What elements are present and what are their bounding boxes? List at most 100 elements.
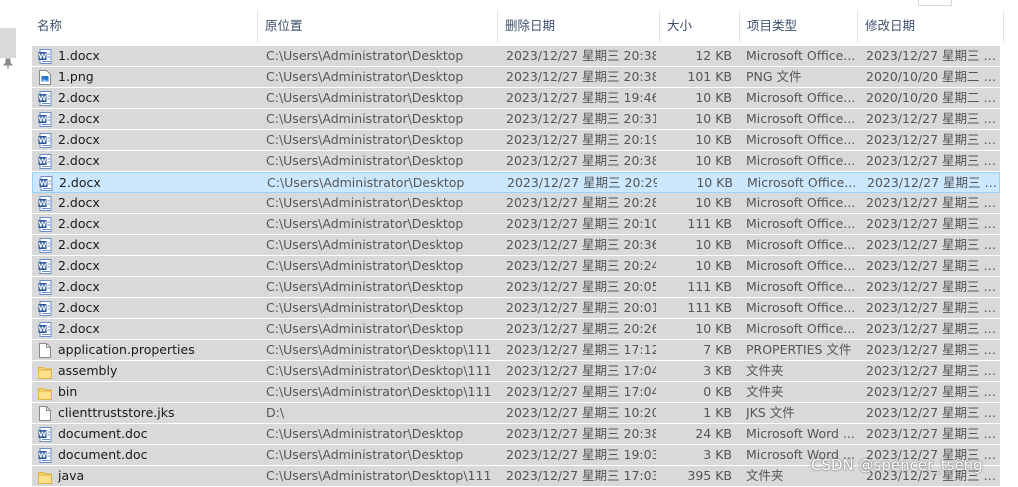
file-name: 1.docx: [58, 48, 100, 63]
file-size: 111 KB: [687, 300, 732, 315]
file-row[interactable]: W 2.docx C:\Users\Administrator\Desktop 202…: [32, 172, 1000, 193]
column-header-item-type[interactable]: 项目类型: [740, 10, 858, 42]
file-original-location: C:\Users\Administrator\Desktop: [266, 300, 464, 315]
word-doc-icon: W: [38, 301, 52, 316]
file-row[interactable]: assembly C:\Users\Administrator\Desktop\1…: [32, 361, 1000, 382]
file-size: 3 KB: [703, 363, 732, 378]
file-date-modified: 2023/12/27 星期三 2...: [866, 258, 996, 273]
file-date-deleted: 2023/12/27 星期三 20:38: [506, 69, 656, 84]
word-doc-icon: W: [38, 217, 52, 232]
word-doc-icon: W: [38, 322, 52, 337]
folder-icon: [38, 469, 52, 484]
file-size: 10 KB: [695, 237, 732, 252]
file-item-type: Microsoft Office...: [746, 195, 856, 210]
file-date-deleted: 2023/12/27 星期三 20:29: [507, 175, 657, 190]
file-date-modified: 2023/12/27 星期三 2...: [866, 321, 996, 336]
column-header-row: 名称 ^ 原位置 删除日期 大小 项目类型 修改日期: [30, 10, 1004, 42]
file-row[interactable]: W 2.docx C:\Users\Administrator\Desktop 202…: [32, 88, 1000, 109]
file-name: 1.png: [58, 69, 94, 84]
file-date-modified: 2023/12/27 星期三 1...: [866, 342, 996, 357]
file-item-type: PROPERTIES 文件: [746, 342, 852, 357]
file-row[interactable]: clienttruststore.jks D:\ 2023/12/27 星期三 10…: [32, 403, 1000, 424]
svg-text:W: W: [39, 158, 47, 166]
file-row[interactable]: W 2.docx C:\Users\Administrator\Desktop 202…: [32, 193, 1000, 214]
file-row[interactable]: W 2.docx C:\Users\Administrator\Desktop 202…: [32, 214, 1000, 235]
file-row[interactable]: W 2.docx C:\Users\Administrator\Desktop 202…: [32, 256, 1000, 277]
file-date-deleted: 2023/12/27 星期三 17:03: [506, 468, 656, 483]
svg-text:W: W: [40, 180, 48, 188]
file-size: 1 KB: [703, 405, 732, 420]
file-size: 10 KB: [695, 90, 732, 105]
column-header-date-deleted[interactable]: 删除日期: [498, 10, 660, 42]
file-row[interactable]: bin C:\Users\Administrator\Desktop\111 202…: [32, 382, 1000, 403]
file-name: document.doc: [58, 426, 148, 441]
watermark: CSDN @spencer_tseng: [811, 456, 983, 474]
column-header-size[interactable]: 大小: [660, 10, 740, 42]
file-row[interactable]: application.properties C:\Users\Administr…: [32, 340, 1000, 361]
file-original-location: C:\Users\Administrator\Desktop: [266, 279, 464, 294]
file-size: 10 KB: [696, 175, 733, 190]
file-original-location: C:\Users\Administrator\Desktop\111: [266, 468, 492, 483]
file-date-modified: 2023/12/27 星期三 1...: [866, 405, 996, 420]
file-item-type: Microsoft Office...: [746, 216, 856, 231]
file-original-location: C:\Users\Administrator\Desktop\111: [266, 384, 492, 399]
nav-pane-selected-item[interactable]: [0, 28, 16, 58]
file-original-location: C:\Users\Administrator\Desktop: [266, 258, 464, 273]
column-header-original-location[interactable]: 原位置: [258, 10, 498, 42]
file-item-type: 文件夹: [746, 384, 784, 399]
file-name: 2.docx: [58, 132, 100, 147]
file-row[interactable]: W 2.docx C:\Users\Administrator\Desktop 202…: [32, 109, 1000, 130]
file-item-type: Microsoft Office...: [746, 111, 856, 126]
file-original-location: C:\Users\Administrator\Desktop: [266, 153, 464, 168]
file-name: 2.docx: [58, 195, 100, 210]
file-original-location: C:\Users\Administrator\Desktop\111: [266, 342, 492, 357]
file-size: 10 KB: [695, 153, 732, 168]
folder-icon: [38, 385, 52, 400]
file-size: 111 KB: [687, 279, 732, 294]
file-date-deleted: 2023/12/27 星期三 20:38: [506, 153, 656, 168]
word-doc-icon: W: [38, 49, 52, 64]
file-original-location: C:\Users\Administrator\Desktop: [266, 111, 464, 126]
pin-icon[interactable]: [2, 58, 15, 72]
file-row[interactable]: W 2.docx C:\Users\Administrator\Desktop 202…: [32, 151, 1000, 172]
file-original-location: C:\Users\Administrator\Desktop: [266, 90, 464, 105]
file-date-deleted: 2023/12/27 星期三 20:24: [506, 258, 656, 273]
file-original-location: D:\: [266, 405, 285, 420]
column-header-name[interactable]: 名称 ^: [30, 10, 258, 42]
file-row[interactable]: W 1.docx C:\Users\Administrator\Desktop 202…: [32, 46, 1000, 67]
file-item-type: Microsoft Word ...: [746, 426, 855, 441]
file-row[interactable]: W 2.docx C:\Users\Administrator\Desktop 202…: [32, 319, 1000, 340]
file-size: 7 KB: [703, 342, 732, 357]
file-name: 2.docx: [58, 111, 100, 126]
file-item-type: Microsoft Office...: [746, 153, 856, 168]
file-name: assembly: [58, 363, 118, 378]
file-row[interactable]: Wdocument.doc C:\Users\Administrator\Desk…: [32, 424, 1000, 445]
word-doc-icon: W: [38, 259, 52, 274]
file-row[interactable]: W 2.docx C:\Users\Administrator\Desktop 202…: [32, 277, 1000, 298]
column-header-name-label: 名称: [37, 18, 63, 33]
file-original-location: C:\Users\Administrator\Desktop: [267, 175, 465, 190]
column-header-date-modified[interactable]: 修改日期: [858, 10, 1004, 42]
file-row[interactable]: W 2.docx C:\Users\Administrator\Desktop 202…: [32, 130, 1000, 151]
folder-icon: [38, 364, 52, 379]
file-row[interactable]: W 2.docx C:\Users\Administrator\Desktop 202…: [32, 235, 1000, 256]
file-size: 3 KB: [703, 447, 732, 462]
column-header-date-modified-label: 修改日期: [865, 18, 916, 33]
file-date-deleted: 2023/12/27 星期三 20:36: [506, 237, 656, 252]
file-size: 0 KB: [703, 384, 732, 399]
file-row[interactable]: W 2.docx C:\Users\Administrator\Desktop 202…: [32, 298, 1000, 319]
file-item-type: JKS 文件: [746, 405, 795, 420]
file-date-deleted: 2023/12/27 星期三 20:19: [506, 132, 656, 147]
file-date-deleted: 2023/12/27 星期三 19:03: [506, 447, 656, 462]
file-original-location: C:\Users\Administrator\Desktop: [266, 69, 464, 84]
file-date-deleted: 2023/12/27 星期三 20:01: [506, 300, 656, 315]
file-item-type: Microsoft Office...: [747, 175, 857, 190]
word-doc-icon: W: [38, 91, 52, 106]
word-doc-icon: W: [38, 238, 52, 253]
file-original-location: C:\Users\Administrator\Desktop\111: [266, 363, 492, 378]
file-original-location: C:\Users\Administrator\Desktop: [266, 426, 464, 441]
file-row[interactable]: 1.png C:\Users\Administrator\Desktop 2023/…: [32, 67, 1000, 88]
file-original-location: C:\Users\Administrator\Desktop: [266, 48, 464, 63]
file-date-deleted: 2023/12/27 星期三 17:04: [506, 363, 656, 378]
file-date-modified: 2023/12/27 星期三 2...: [866, 195, 996, 210]
